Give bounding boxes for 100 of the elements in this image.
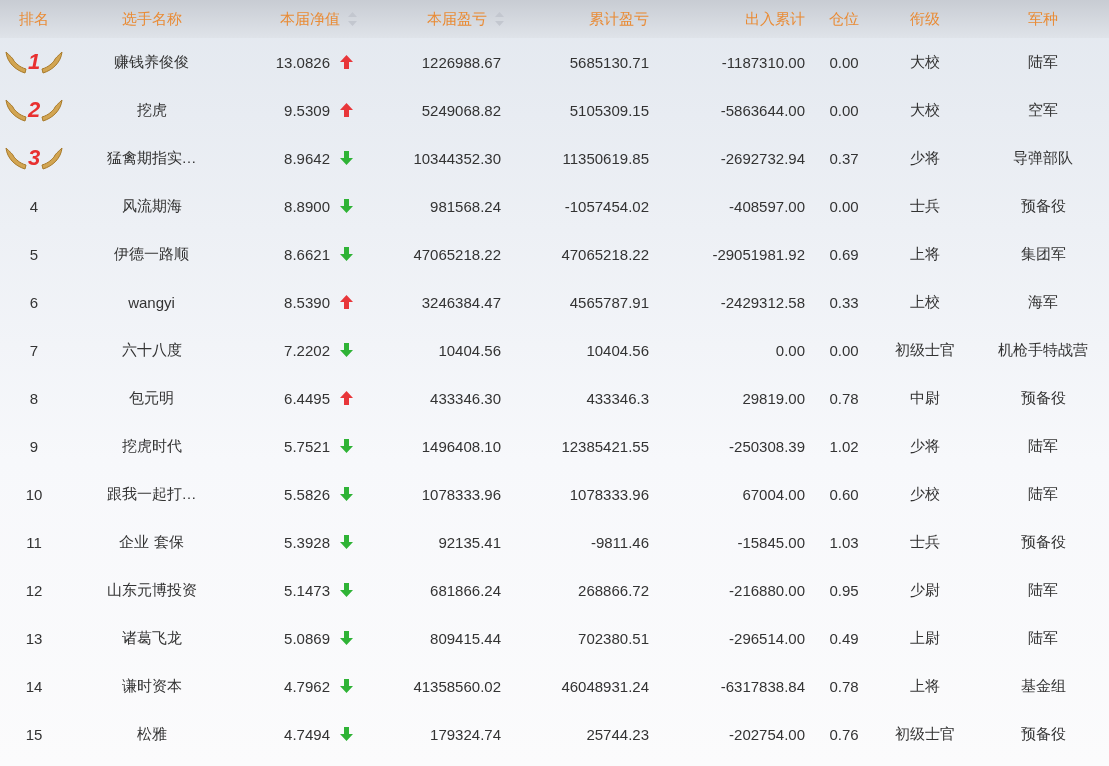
- table-cell: 681866.24: [430, 581, 501, 599]
- rank-number: 15: [25, 725, 43, 743]
- rank-number: 11: [26, 533, 42, 551]
- table-cell: 士兵: [910, 196, 940, 216]
- table-cell: 中尉: [910, 388, 940, 408]
- net-value: 13.0826: [275, 53, 330, 71]
- table-cell: 导弹部队: [1013, 148, 1073, 168]
- wing-icon: [4, 50, 27, 74]
- player-name: 伊德一路顺: [114, 244, 189, 264]
- table-cell: -5863644.00: [720, 101, 805, 119]
- player-name: 包元明: [129, 388, 174, 408]
- column-header: 本届盈亏: [427, 9, 487, 29]
- table-cell: 41358560.02: [413, 677, 501, 695]
- table-cell: 10404.56: [438, 341, 501, 359]
- table-cell: 67004.00: [742, 485, 805, 503]
- table-cell: 3246384.47: [421, 293, 501, 311]
- table-cell: 陆军: [1028, 580, 1058, 600]
- table-cell: 0.00: [829, 53, 859, 71]
- player-name: 诸葛飞龙: [121, 628, 182, 648]
- wing-icon: [41, 50, 64, 74]
- player-name: 挖虎: [136, 100, 167, 120]
- rank-number: 9: [29, 437, 39, 455]
- table-cell: 12385421.55: [561, 437, 649, 455]
- table-cell: 47065218.22: [561, 245, 649, 263]
- rank-number: 10: [25, 485, 43, 503]
- table-cell: 初级士官: [895, 724, 955, 744]
- table-cell: -29051981.92: [712, 245, 805, 263]
- table-cell: 0.49: [829, 629, 859, 647]
- table-cell: 空军: [1028, 100, 1058, 120]
- table-cell: 0.60: [829, 485, 859, 503]
- player-name: 跟我一起打…: [106, 484, 197, 504]
- table-cell: 92135.41: [438, 533, 501, 551]
- table-cell: 少校: [910, 484, 940, 504]
- table-cell: -216880.00: [729, 581, 805, 599]
- rank-medal: 3: [4, 145, 64, 171]
- column-header: 仓位: [829, 9, 859, 29]
- column-header: 军种: [1028, 9, 1058, 29]
- table-cell: -9811.46: [590, 533, 649, 551]
- table-cell: 0.33: [829, 293, 859, 311]
- table-cell: 0.78: [829, 389, 859, 407]
- table-cell: 702380.51: [578, 629, 649, 647]
- rank-number: 12: [25, 581, 43, 599]
- table-cell: 陆军: [1028, 628, 1058, 648]
- player-name: 山东元博投资: [106, 580, 197, 600]
- net-value: 7.2202: [284, 341, 330, 359]
- table-cell: 少将: [910, 436, 940, 456]
- table-cell: -408597.00: [729, 197, 805, 215]
- table-cell: 4565787.91: [569, 293, 649, 311]
- rank-medal: 1: [4, 49, 64, 75]
- table-cell: 10404.56: [586, 341, 649, 359]
- table-cell: 上将: [910, 244, 940, 264]
- net-value: 8.6621: [284, 245, 330, 263]
- rank-number: 13: [25, 629, 43, 647]
- wing-icon: [4, 98, 27, 122]
- table-cell: 陆军: [1028, 52, 1058, 72]
- net-value: 4.7962: [284, 677, 330, 695]
- column-header: 出入累计: [745, 9, 805, 29]
- table-cell: -15845.00: [737, 533, 805, 551]
- table-cell: 29819.00: [742, 389, 805, 407]
- table-cell: 1.02: [829, 437, 859, 455]
- table-cell: 0.37: [829, 149, 859, 167]
- table-cell: -1187310.00: [721, 53, 805, 71]
- rank-medal: 2: [4, 97, 64, 123]
- table-cell: 809415.44: [430, 629, 501, 647]
- player-name: 松雅: [136, 724, 167, 744]
- player-name: 风流期海: [121, 196, 182, 216]
- rank-number: 7: [29, 341, 39, 359]
- net-value: 9.5309: [284, 101, 330, 119]
- table-cell: 预备役: [1020, 724, 1066, 744]
- table-cell: 初级士官: [895, 340, 955, 360]
- table-cell: 433346.3: [586, 389, 649, 407]
- rank-number: 14: [25, 677, 43, 695]
- net-value: 5.0869: [284, 629, 330, 647]
- table-cell: 0.69: [829, 245, 859, 263]
- table-cell: 大校: [910, 100, 940, 120]
- wing-icon: [4, 146, 27, 170]
- net-value: 5.7521: [284, 437, 330, 455]
- column-header: 本届净值: [280, 9, 340, 29]
- net-value: 4.7494: [284, 725, 330, 743]
- table-cell: 10344352.30: [413, 149, 501, 167]
- column-header: 衔级: [910, 9, 940, 29]
- rank-number: 6: [29, 293, 39, 311]
- net-value: 5.5826: [284, 485, 330, 503]
- player-name: 猛禽期指实…: [106, 148, 197, 168]
- player-name: 赚钱养俊俊: [114, 52, 189, 72]
- rank-number: 5: [29, 245, 39, 263]
- table-cell: 上尉: [910, 628, 940, 648]
- player-name: 企业 套保: [119, 532, 184, 552]
- table-cell: -296514.00: [729, 629, 805, 647]
- table-cell: 预备役: [1020, 388, 1066, 408]
- table-cell: 0.00: [829, 101, 859, 119]
- player-name: 六十八度: [121, 340, 182, 360]
- table-cell: 少将: [910, 148, 940, 168]
- net-value: 8.9642: [284, 149, 330, 167]
- table-cell: 25744.23: [586, 725, 649, 743]
- net-value: 8.5390: [284, 293, 330, 311]
- table-cell: 47065218.22: [413, 245, 501, 263]
- table-cell: 1078333.96: [569, 485, 649, 503]
- table-cell: -2429312.58: [720, 293, 805, 311]
- table-cell: 机枪手特战营: [998, 340, 1088, 360]
